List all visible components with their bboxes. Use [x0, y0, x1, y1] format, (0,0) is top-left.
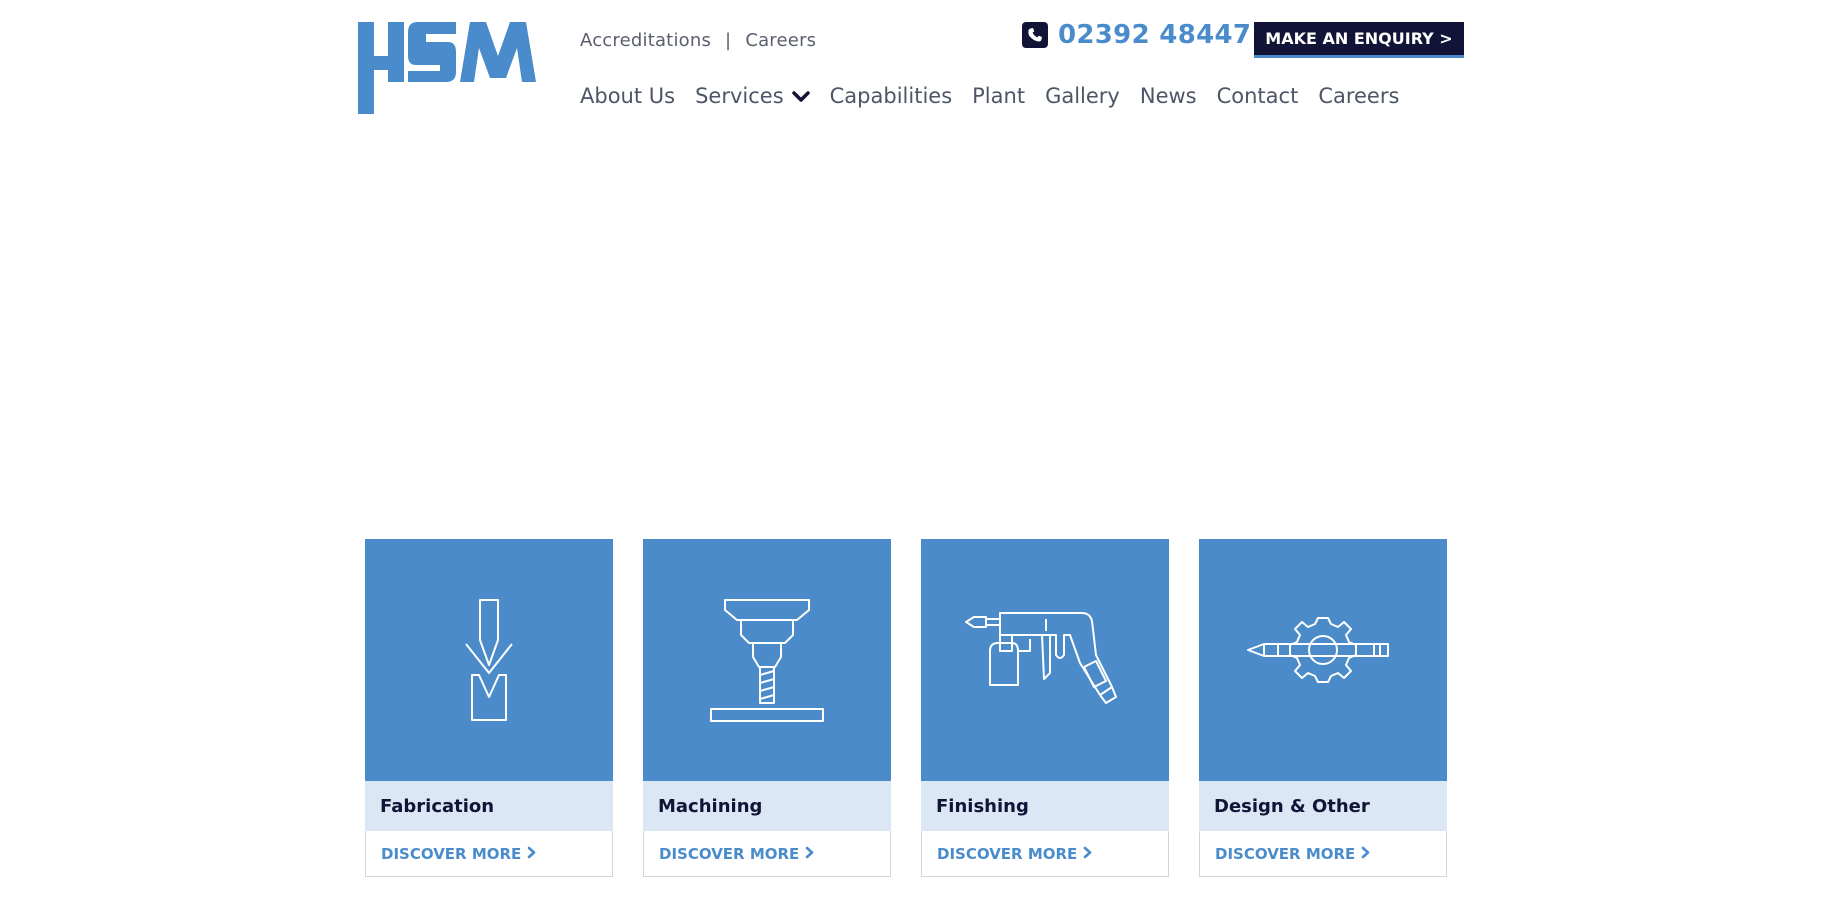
discover-more-label: DISCOVER MORE — [659, 844, 800, 863]
press-brake-icon — [465, 599, 513, 721]
discover-more-link[interactable]: DISCOVER MORE — [1199, 831, 1447, 877]
service-tile[interactable] — [643, 539, 891, 781]
discover-more-link[interactable]: DISCOVER MORE — [643, 831, 891, 877]
service-card-design-other[interactable]: Design & Other DISCOVER MORE — [1199, 539, 1447, 877]
make-enquiry-button[interactable]: MAKE AN ENQUIRY > — [1254, 22, 1464, 58]
careers-top-link[interactable]: Careers — [745, 30, 816, 51]
main-nav: About Us Services Capabilities Plant Gal… — [580, 84, 1419, 108]
service-card-finishing[interactable]: Finishing DISCOVER MORE — [921, 539, 1169, 877]
nav-item-news[interactable]: News — [1140, 84, 1197, 108]
chevron-right-icon — [527, 845, 536, 863]
top-links: Accreditations | Careers — [580, 30, 816, 51]
design-gear-pencil-icon — [1247, 617, 1389, 683]
discover-more-label: DISCOVER MORE — [937, 844, 1078, 863]
service-title: Machining — [643, 781, 891, 831]
spray-gun-icon — [965, 612, 1117, 704]
service-tile[interactable] — [365, 539, 613, 781]
milling-machine-icon — [710, 599, 824, 722]
nav-item-gallery[interactable]: Gallery — [1045, 84, 1120, 108]
chevron-down-icon — [791, 84, 810, 108]
service-tile[interactable] — [921, 539, 1169, 781]
discover-more-label: DISCOVER MORE — [381, 844, 522, 863]
service-title: Design & Other — [1199, 781, 1447, 831]
service-card-fabrication[interactable]: Fabrication DISCOVER MORE — [365, 539, 613, 877]
nav-item-plant[interactable]: Plant — [972, 84, 1025, 108]
chevron-right-icon — [1083, 845, 1092, 863]
nav-item-services[interactable]: Services — [695, 84, 810, 108]
service-card-machining[interactable]: Machining DISCOVER MORE — [643, 539, 891, 877]
phone-contact[interactable]: 02392 484471 — [1022, 20, 1270, 50]
phone-number[interactable]: 02392 484471 — [1058, 20, 1270, 50]
discover-more-label: DISCOVER MORE — [1215, 844, 1356, 863]
hsm-logo[interactable] — [358, 22, 566, 114]
chevron-right-icon — [805, 845, 814, 863]
page: Accreditations | Careers 02392 484471 MA… — [0, 0, 1831, 908]
discover-more-link[interactable]: DISCOVER MORE — [365, 831, 613, 877]
chevron-right-icon — [1361, 845, 1370, 863]
nav-item-careers[interactable]: Careers — [1318, 84, 1399, 108]
hsm-logo-mark — [358, 22, 536, 114]
service-tile[interactable] — [1199, 539, 1447, 781]
nav-item-services-label: Services — [695, 84, 784, 108]
top-links-separator: | — [725, 30, 732, 51]
service-title: Finishing — [921, 781, 1169, 831]
phone-icon — [1022, 22, 1048, 48]
accreditations-link[interactable]: Accreditations — [580, 30, 711, 51]
nav-item-contact[interactable]: Contact — [1217, 84, 1299, 108]
service-title: Fabrication — [365, 781, 613, 831]
nav-item-capabilities[interactable]: Capabilities — [830, 84, 953, 108]
nav-item-about-us[interactable]: About Us — [580, 84, 675, 108]
discover-more-link[interactable]: DISCOVER MORE — [921, 831, 1169, 877]
